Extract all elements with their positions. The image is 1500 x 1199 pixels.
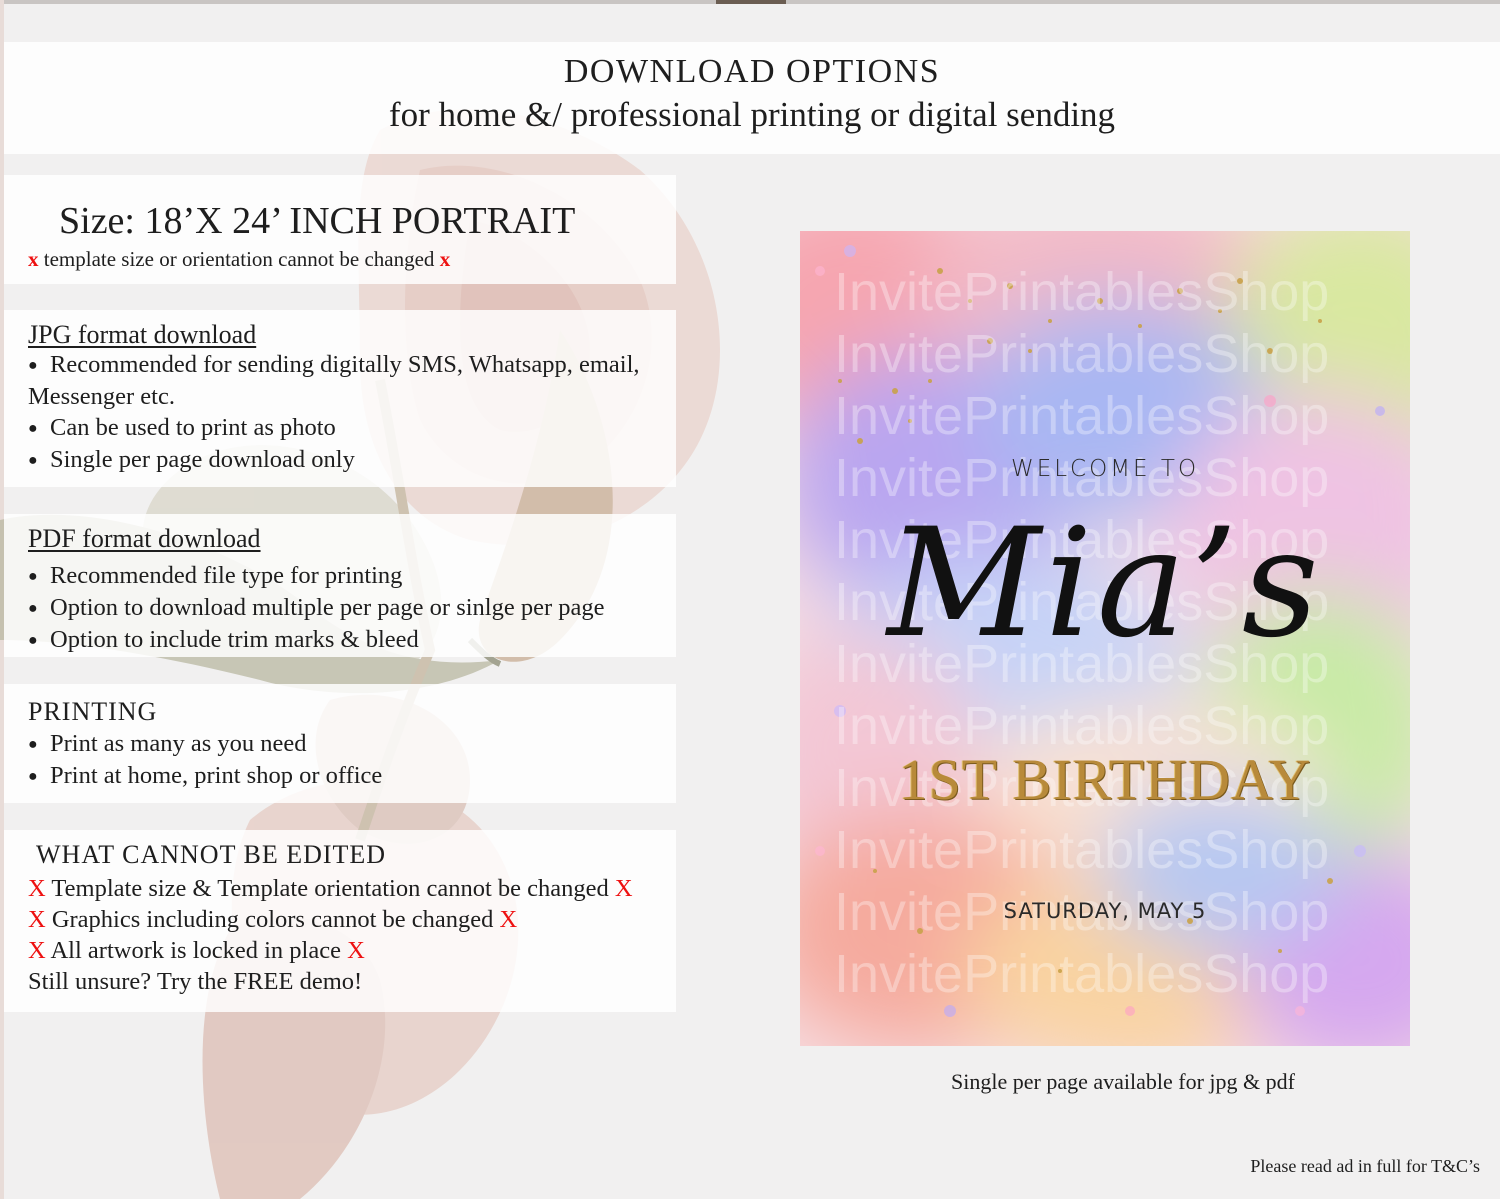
cannot-edit-title: WHAT CANNOT BE EDITED (36, 840, 387, 869)
bullet-dot-icon: ● (28, 568, 38, 585)
red-x-icon: X (28, 906, 46, 933)
list-item: ● Print at home, print shop or office (28, 760, 382, 792)
list-item: ● Recommended file type for printing (28, 560, 605, 592)
bullet-dot-icon: ● (28, 357, 38, 374)
list-item: X Template size & Template orientation c… (28, 875, 633, 902)
jpg-panel: JPG format download ● Recommended for sen… (4, 310, 676, 487)
pdf-bullet-list: ● Recommended file type for printing ● Opt… (28, 560, 605, 656)
size-note-text: template size or orientation cannot be c… (43, 247, 435, 271)
cannot-edit-panel: WHAT CANNOT BE EDITED X Template size & … (4, 830, 676, 1012)
bullet-dot-icon: ● (28, 632, 38, 649)
list-item: ● Print as many as you need (28, 728, 382, 760)
red-x-icon: x (28, 247, 39, 271)
printing-title: PRINTING (28, 697, 158, 726)
red-x-icon: X (499, 906, 518, 933)
page-title: DOWNLOAD OPTIONS (563, 53, 941, 90)
page-subtitle: for home &/ professional printing or dig… (388, 95, 1116, 134)
cannot-edit-list: X Template size & Template orientation c… (28, 873, 633, 997)
bullet-dot-icon: ● (28, 768, 38, 785)
list-item: X Graphics including colors cannot be ch… (28, 906, 518, 933)
card-event: 1ST BIRTHDAY (898, 747, 1312, 812)
red-x-icon: X (614, 875, 633, 902)
list-item: ● Option to download multiple per page or… (28, 592, 605, 624)
bullet-dot-icon: ● (28, 452, 38, 469)
list-item: ● Single per page download only (28, 444, 640, 476)
size-note: x template size or orientation cannot be… (28, 247, 450, 272)
list-item: X All artwork is locked in place X (28, 937, 365, 964)
red-x-icon: x (439, 247, 451, 271)
bullet-dot-icon: ● (28, 736, 38, 753)
card-welcome: WELCOME TO (1010, 456, 1200, 482)
jpg-bullet-list: ● Recommended for sending digitally SMS, … (28, 349, 640, 476)
terms-note: Please read ad in full for T&C’s (1250, 1156, 1480, 1176)
red-x-icon: X (347, 937, 365, 964)
bullet-dot-icon: ● (28, 600, 38, 617)
list-item: ● Can be used to print as photo (28, 412, 640, 444)
list-item: ● Recommended for sending digitally SMS, … (28, 349, 640, 381)
preview-caption: Single per page available for jpg & pdf (951, 1069, 1295, 1094)
printing-bullet-list: ● Print as many as you need ● Print at hom… (28, 728, 382, 792)
red-x-icon: X (28, 937, 46, 964)
printing-panel: PRINTING ● Print as many as you need ● Pri… (4, 684, 676, 803)
list-item-continuation: Messenger etc. (28, 383, 175, 410)
header-banner: DOWNLOAD OPTIONS for home &/ professiona… (4, 42, 1500, 154)
pdf-panel: PDF format download ● Recommended file ty… (4, 514, 676, 657)
card-date: SATURDAY, MAY 5 (1003, 899, 1207, 923)
red-x-icon: X (28, 875, 46, 902)
jpg-title: JPG format download (28, 320, 257, 349)
card-name: Mia’s (887, 497, 1323, 671)
bullet-dot-icon: ● (28, 420, 38, 437)
list-item: ● Option to include trim marks & bleed (28, 624, 605, 656)
size-panel: Size: 18’X 24’ INCH PORTRAIT x template … (4, 175, 676, 284)
size-title: Size: 18’X 24’ INCH PORTRAIT (59, 200, 576, 242)
invitation-preview: InvitePrintablesShop InvitePrintablesSho… (800, 231, 1410, 1046)
demo-prompt: Still unsure? Try the FREE demo! (28, 968, 363, 995)
pdf-title: PDF format download (28, 524, 261, 553)
